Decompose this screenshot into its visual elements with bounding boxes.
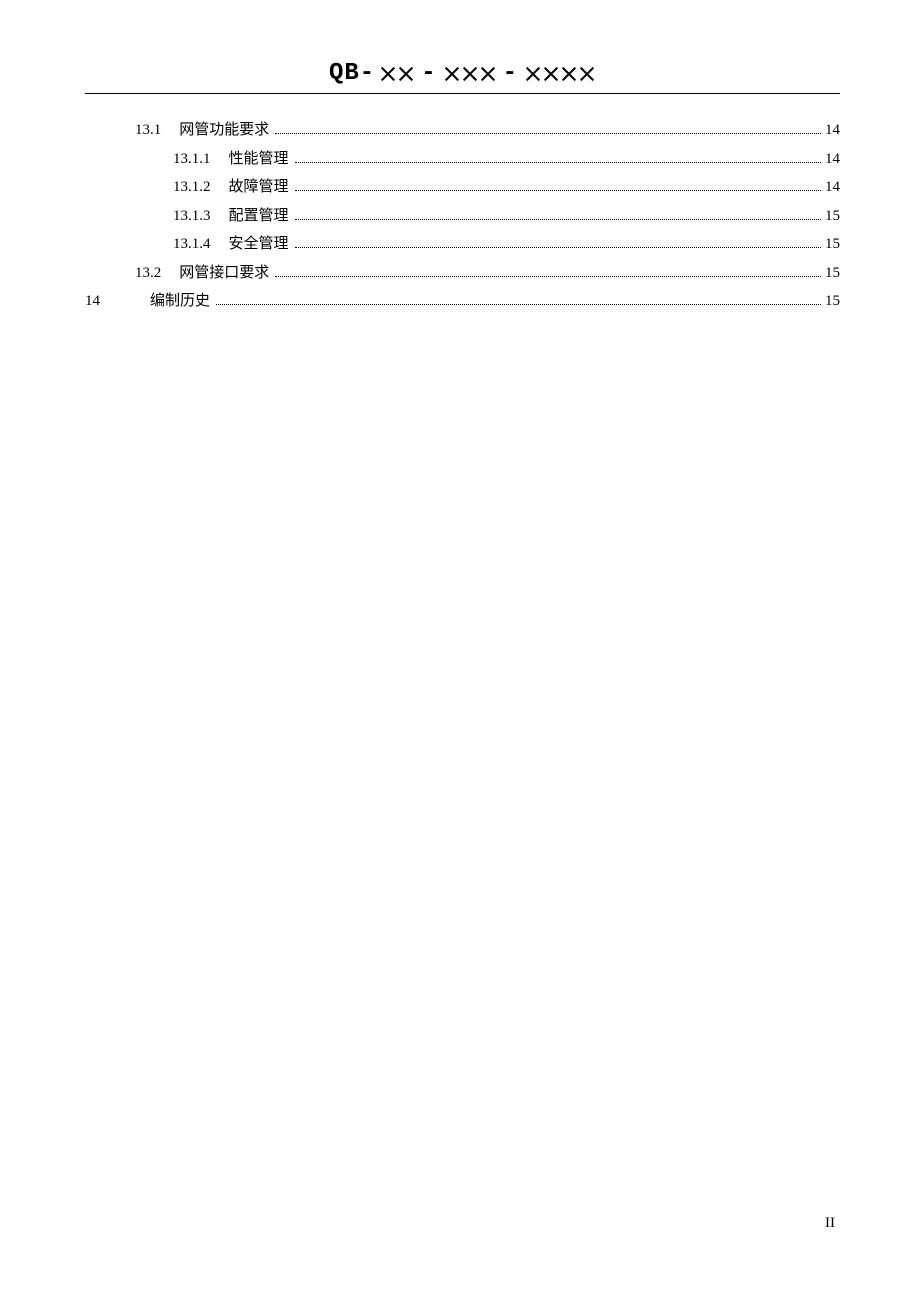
- x-mark-icon: [479, 65, 497, 83]
- toc-entry: 13.1.4 安全管理 15: [85, 230, 840, 259]
- toc-leader-dots: [295, 190, 821, 191]
- toc-title: 网管接口要求: [179, 259, 269, 288]
- toc-title: 故障管理: [229, 173, 289, 202]
- x-mark-icon: [542, 65, 560, 83]
- x-mark-icon: [578, 65, 596, 83]
- toc-leader-dots: [295, 162, 821, 163]
- toc-page-number: 14: [825, 173, 840, 202]
- toc-number: 13.1.1: [173, 145, 211, 174]
- toc-entry: 14 编制历史 15: [85, 287, 840, 316]
- toc-page-number: 14: [825, 145, 840, 174]
- toc-leader-dots: [216, 304, 821, 305]
- toc-entry: 13.2 网管接口要求 15: [85, 259, 840, 288]
- document-header: QB- - -: [85, 60, 840, 94]
- x-group-3: [443, 65, 497, 83]
- toc-page-number: 14: [825, 116, 840, 145]
- x-group-4: [524, 65, 596, 83]
- toc-leader-dots: [275, 276, 821, 277]
- header-prefix: QB-: [329, 60, 375, 87]
- toc-title: 性能管理: [229, 145, 289, 174]
- document-page: QB- - - 13.1 网管功能要求 14 13.1.1 性能管理 14 13.1.2 故障…: [0, 0, 920, 1302]
- toc-number: 14: [85, 287, 100, 316]
- x-mark-icon: [379, 65, 397, 83]
- x-mark-icon: [524, 65, 542, 83]
- x-mark-icon: [397, 65, 415, 83]
- toc-page-number: 15: [825, 287, 840, 316]
- x-mark-icon: [443, 65, 461, 83]
- toc-number: 13.1.3: [173, 202, 211, 231]
- toc-entry: 13.1 网管功能要求 14: [85, 116, 840, 145]
- toc-title: 安全管理: [229, 230, 289, 259]
- toc-entry: 13.1.3 配置管理 15: [85, 202, 840, 231]
- x-mark-icon: [461, 65, 479, 83]
- x-group-2: [379, 65, 415, 83]
- x-mark-icon: [560, 65, 578, 83]
- toc-number: 13.1: [135, 116, 161, 145]
- toc-number: 13.1.4: [173, 230, 211, 259]
- toc-title: 编制历史: [150, 287, 210, 316]
- toc-entry: 13.1.2 故障管理 14: [85, 173, 840, 202]
- toc-page-number: 15: [825, 202, 840, 231]
- toc-leader-dots: [275, 133, 821, 134]
- toc-title: 配置管理: [229, 202, 289, 231]
- table-of-contents: 13.1网管功能要求1413.1.1性能管理1413.1.2故障管理1413.1…: [85, 116, 840, 316]
- toc-number: 13.1.2: [173, 173, 211, 202]
- toc-page-number: 15: [825, 259, 840, 288]
- toc-leader-dots: [295, 247, 821, 248]
- toc-title: 网管功能要求: [179, 116, 269, 145]
- page-number: II: [825, 1215, 835, 1232]
- toc-number: 13.2: [135, 259, 161, 288]
- toc-page-number: 15: [825, 230, 840, 259]
- header-dash: -: [419, 60, 438, 87]
- header-dash: -: [501, 60, 520, 87]
- toc-entry: 13.1.1 性能管理 14: [85, 145, 840, 174]
- toc-leader-dots: [295, 219, 821, 220]
